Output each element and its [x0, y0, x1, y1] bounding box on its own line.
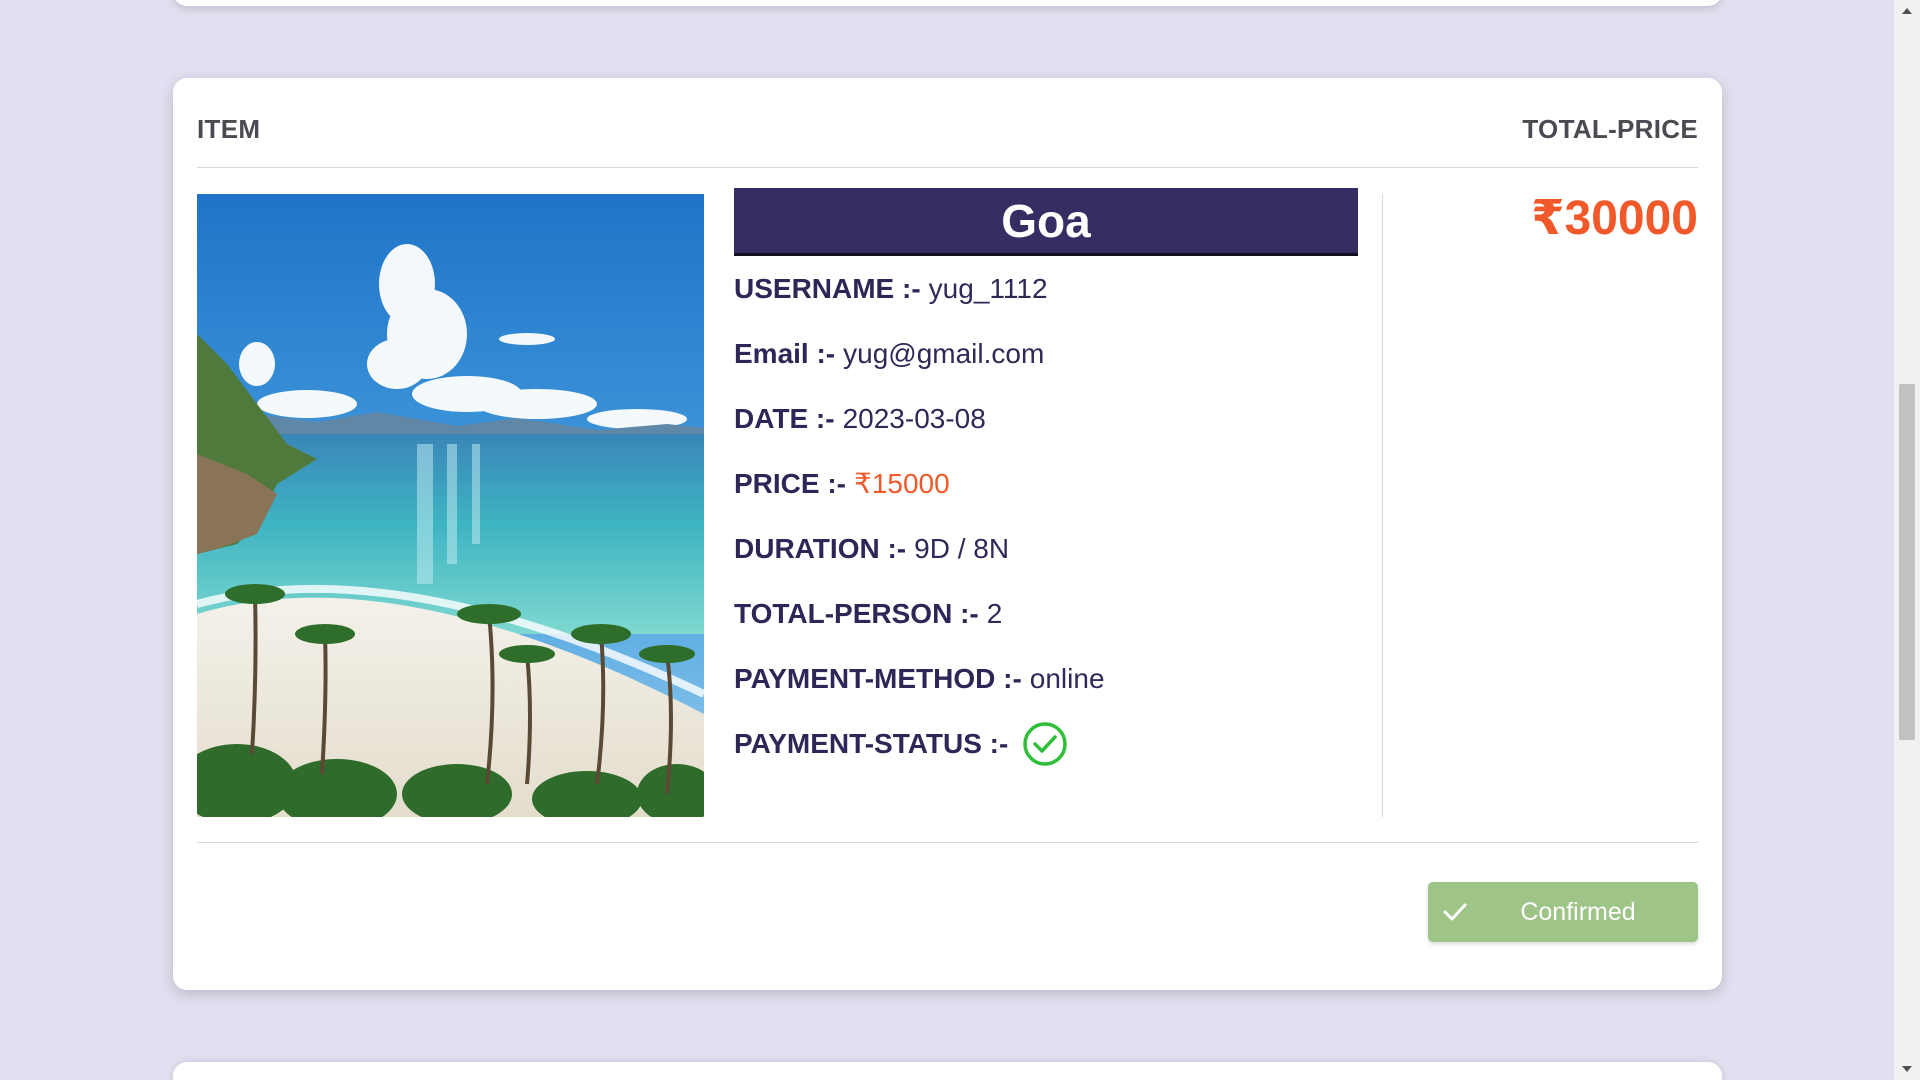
- total-person-value: 2: [986, 597, 1003, 629]
- total-price-column-header: TOTAL-PRICE: [1522, 114, 1698, 144]
- payment-method-row: PAYMENT-METHOD :- online: [734, 646, 1358, 711]
- payment-status-row: PAYMENT-STATUS :-: [734, 711, 1358, 776]
- payment-method-label: PAYMENT-METHOD :-: [734, 662, 1022, 694]
- scroll-down-icon[interactable]: [1902, 1066, 1912, 1072]
- price-value: ₹15000: [854, 468, 950, 499]
- payment-method-value: online: [1029, 662, 1105, 694]
- total-person-row: TOTAL-PERSON :- 2: [734, 581, 1358, 646]
- duration-label: DURATION :-: [734, 532, 907, 564]
- card-header: ITEM TOTAL-PRICE: [197, 114, 1698, 168]
- booking-card: ITEM TOTAL-PRICE Goa USERNAME:- yug_111…: [173, 78, 1722, 990]
- package-title: Goa: [734, 188, 1358, 256]
- column-divider: [1382, 194, 1383, 817]
- price-row: PRICE :- ₹15000: [734, 451, 1358, 516]
- page-scrollbar[interactable]: [1894, 0, 1920, 1080]
- date-row: DATE :- 2023-03-08: [734, 386, 1358, 451]
- item-column-header: ITEM: [197, 114, 261, 144]
- payment-status-label: PAYMENT-STATUS :-: [734, 727, 1009, 759]
- booking-details: Goa USERNAME :- yug_1112 Email :- yug@gm…: [734, 188, 1358, 776]
- confirmed-button-label: Confirmed: [1520, 897, 1636, 926]
- username-label: USERNAME :-: [734, 272, 921, 304]
- destination-photo: [197, 194, 704, 817]
- check-circle-icon: [1022, 721, 1068, 767]
- duration-value: 9D / 8N: [914, 532, 1010, 564]
- footer-divider: [197, 842, 1698, 843]
- confirmed-button[interactable]: Confirmed: [1428, 882, 1698, 942]
- check-icon: [1428, 902, 1478, 922]
- previous-booking-card: [173, 0, 1722, 6]
- email-value: yug@gmail.com: [843, 337, 1045, 369]
- duration-row: DURATION :- 9D / 8N: [734, 516, 1358, 581]
- scroll-up-icon[interactable]: [1902, 8, 1912, 14]
- username-row: USERNAME :- yug_1112: [734, 256, 1358, 321]
- date-value: 2023-03-08: [842, 402, 986, 434]
- email-row: Email :- yug@gmail.com: [734, 321, 1358, 386]
- scroll-thumb[interactable]: [1899, 384, 1915, 740]
- total-price-value: ₹30000: [1531, 192, 1698, 245]
- email-label: Email :-: [734, 337, 836, 369]
- date-label: DATE :-: [734, 402, 835, 434]
- next-booking-card: [173, 1062, 1722, 1080]
- price-label: PRICE :-: [734, 467, 846, 499]
- username-value: yug_1112: [928, 272, 1048, 304]
- total-person-label: TOTAL-PERSON :-: [734, 597, 979, 629]
